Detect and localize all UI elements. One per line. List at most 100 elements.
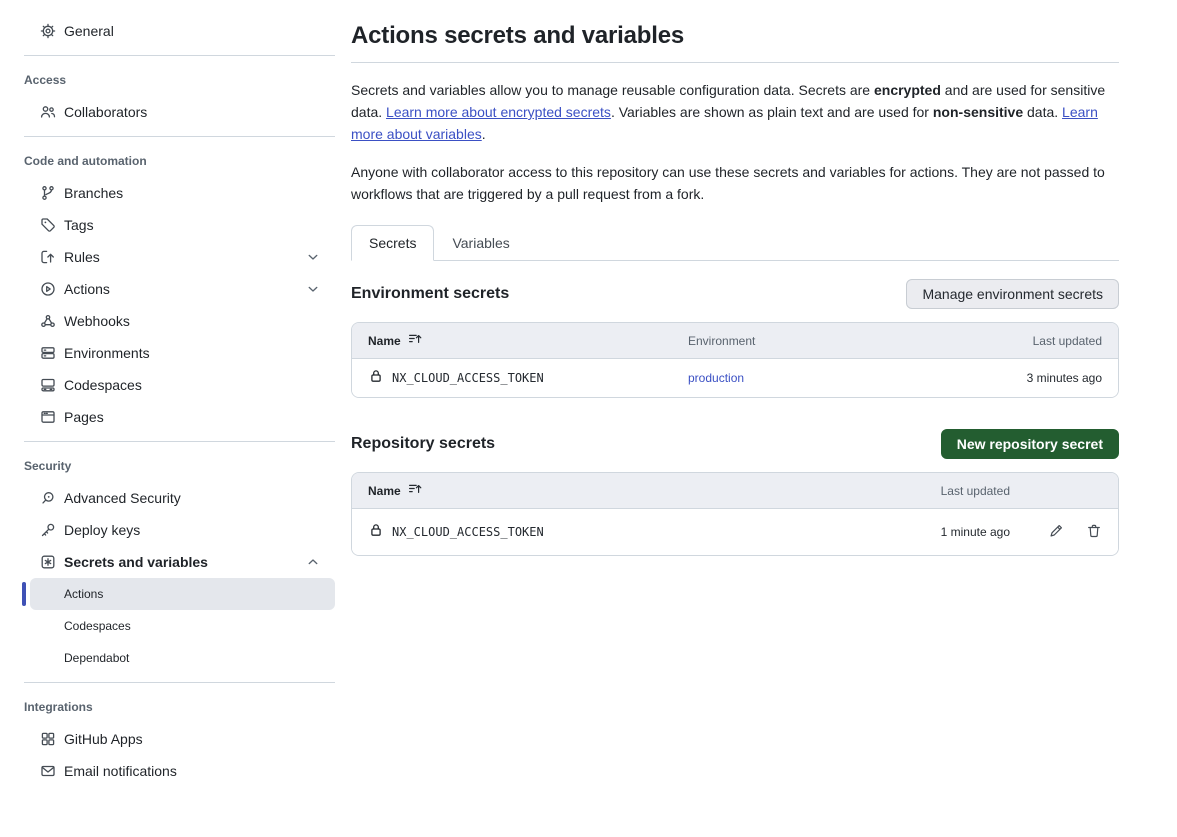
secret-asterisk-icon (40, 554, 56, 570)
main-content: Actions secrets and variables Secrets an… (351, 0, 1119, 837)
nav-label: Collaborators (64, 104, 147, 120)
nav-label: Advanced Security (64, 490, 181, 506)
sidebar-item-webhooks[interactable]: Webhooks (24, 305, 335, 337)
nav-label: Email notifications (64, 763, 177, 779)
intro-paragraph: Secrets and variables allow you to manag… (351, 79, 1119, 145)
webhook-icon (40, 313, 56, 329)
repository-secrets-heading: Repository secrets (351, 435, 495, 453)
browser-icon (40, 409, 56, 425)
last-updated-cell: 1 minute ago (890, 525, 1010, 539)
nav-label: Codespaces (64, 377, 142, 393)
sidebar-divider (24, 55, 335, 56)
nav-label: Webhooks (64, 313, 130, 329)
lock-icon (368, 522, 384, 543)
codespaces-icon (40, 377, 56, 393)
intro-bold-encrypted: encrypted (874, 82, 941, 98)
new-repository-secret-button[interactable]: New repository secret (941, 429, 1119, 459)
environment-secrets-heading: Environment secrets (351, 285, 509, 303)
delete-secret-button[interactable] (1086, 523, 1102, 542)
sidebar-subitem-codespaces[interactable]: Codespaces (30, 610, 335, 642)
sidebar-item-rules[interactable]: Rules (24, 241, 335, 273)
key-icon (40, 522, 56, 538)
server-icon (40, 345, 56, 361)
sidebar-item-deploy-keys[interactable]: Deploy keys (24, 514, 335, 546)
learn-more-encrypted-secrets-link[interactable]: Learn more about encrypted secrets (386, 104, 611, 120)
row-actions (1010, 523, 1102, 542)
sidebar-subitem-actions[interactable]: Actions (30, 578, 335, 610)
column-label: Name (368, 334, 401, 348)
repository-secrets-table: Name Last updated NX_CLOUD_ACCESS_TOKEN … (351, 472, 1119, 556)
sidebar-divider (24, 682, 335, 683)
page-title: Actions secrets and variables (351, 22, 1119, 50)
intro-text: . (482, 126, 486, 142)
chevron-up-icon[interactable] (305, 554, 321, 570)
sidebar-item-actions[interactable]: Actions (24, 273, 335, 305)
sidebar-item-secrets-and-variables[interactable]: Secrets and variables (24, 546, 335, 578)
nav-label: Actions (64, 587, 103, 601)
nav-label: Actions (64, 281, 110, 297)
codescan-icon (40, 490, 56, 506)
sidebar-item-general[interactable]: General (24, 15, 335, 47)
rules-icon (40, 249, 56, 265)
column-header-name[interactable]: Name (368, 481, 890, 500)
gear-icon (40, 23, 56, 39)
environment-cell: production (688, 369, 962, 387)
people-icon (40, 104, 56, 120)
edit-secret-button[interactable] (1048, 523, 1064, 542)
nav-label: Rules (64, 249, 100, 265)
sidebar-section-access: Access (24, 64, 335, 96)
sidebar-item-environments[interactable]: Environments (24, 337, 335, 369)
nav-label: Dependabot (64, 651, 129, 665)
selected-indicator (22, 582, 26, 606)
intro-bold-non-sensitive: non-sensitive (933, 104, 1023, 120)
secrets-variables-tabs: Secrets Variables (351, 225, 1119, 261)
trash-icon (1086, 523, 1102, 542)
mail-icon (40, 763, 56, 779)
column-header-last-updated: Last updated (962, 334, 1102, 348)
sidebar-subitem-dependabot[interactable]: Dependabot (30, 642, 335, 674)
sidebar-item-github-apps[interactable]: GitHub Apps (24, 723, 335, 755)
sidebar-item-email-notifications[interactable]: Email notifications (24, 755, 335, 787)
nav-label: General (64, 23, 114, 39)
title-divider (351, 62, 1119, 63)
sidebar-item-branches[interactable]: Branches (24, 177, 335, 209)
column-label: Name (368, 484, 401, 498)
manage-environment-secrets-button[interactable]: Manage environment secrets (906, 279, 1119, 309)
intro-text: Secrets and variables allow you to manag… (351, 82, 874, 98)
nav-label: Deploy keys (64, 522, 140, 538)
environment-secrets-header: Environment secrets Manage environment s… (351, 278, 1119, 310)
collaborator-access-paragraph: Anyone with collaborator access to this … (351, 161, 1119, 205)
sidebar-section-security: Security (24, 450, 335, 482)
table-header-row: Name Environment Last updated (352, 323, 1118, 358)
column-header-name[interactable]: Name (368, 331, 688, 350)
apps-grid-icon (40, 731, 56, 747)
tab-secrets[interactable]: Secrets (351, 225, 434, 261)
sidebar-item-codespaces[interactable]: Codespaces (24, 369, 335, 401)
tab-variables[interactable]: Variables (434, 226, 527, 260)
table-header-row: Name Last updated (352, 473, 1118, 508)
environment-secrets-table: Name Environment Last updated NX_CLOUD_A… (351, 322, 1119, 398)
nav-label: Tags (64, 217, 94, 233)
secret-name: NX_CLOUD_ACCESS_TOKEN (392, 525, 544, 539)
sidebar-divider (24, 441, 335, 442)
intro-text: data. (1023, 104, 1062, 120)
secret-name: NX_CLOUD_ACCESS_TOKEN (392, 371, 544, 385)
tag-icon (40, 217, 56, 233)
sidebar-item-collaborators[interactable]: Collaborators (24, 96, 335, 128)
sidebar-item-advanced-security[interactable]: Advanced Security (24, 482, 335, 514)
sidebar-section-integrations: Integrations (24, 691, 335, 723)
repository-secrets-header: Repository secrets New repository secret (351, 428, 1119, 460)
chevron-down-icon[interactable] (305, 249, 321, 265)
environment-link[interactable]: production (688, 371, 744, 385)
chevron-down-icon[interactable] (305, 281, 321, 297)
nav-label: Codespaces (64, 619, 131, 633)
sidebar-item-tags[interactable]: Tags (24, 209, 335, 241)
sort-ascending-icon (407, 331, 423, 350)
repository-secret-row: NX_CLOUD_ACCESS_TOKEN 1 minute ago (352, 508, 1118, 555)
sidebar-divider (24, 136, 335, 137)
nav-label: GitHub Apps (64, 731, 143, 747)
sidebar-item-pages[interactable]: Pages (24, 401, 335, 433)
sort-ascending-icon (407, 481, 423, 500)
lock-icon (368, 368, 384, 389)
column-header-last-updated: Last updated (890, 484, 1010, 498)
